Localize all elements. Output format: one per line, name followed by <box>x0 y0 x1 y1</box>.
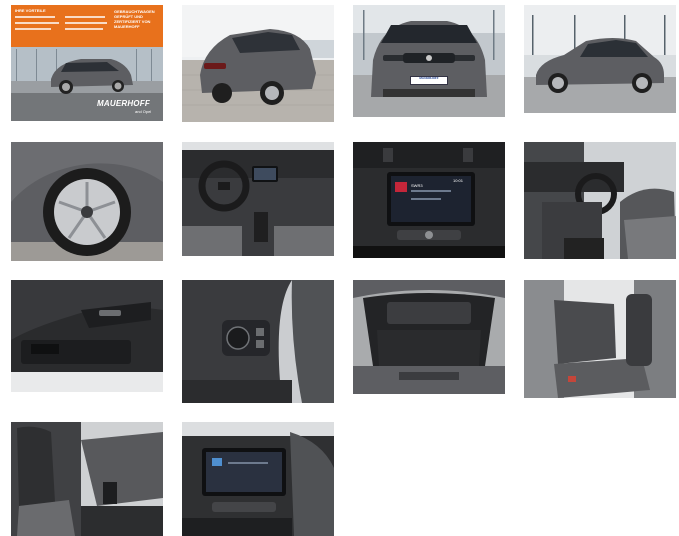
dealer-logo: MAUERHOFF <box>97 99 150 108</box>
thumbnail-infotainment[interactable]: SWR3 10:01 <box>353 142 505 258</box>
thumbnail-exterior-front-left-dealership[interactable]: IHRE VORTEILE GEBRAUCHTWAGEN GEPRÜFT UND… <box>11 5 163 121</box>
side-view-photo <box>524 5 676 113</box>
light-switch-photo <box>182 280 334 403</box>
banner-line <box>15 16 55 18</box>
banner-line <box>65 16 105 18</box>
door-panel-photo <box>11 280 163 392</box>
wheel-photo <box>11 142 163 261</box>
dashboard-photo <box>182 142 334 256</box>
rear-seats-photo <box>524 280 676 398</box>
thumbnail-exterior-side[interactable] <box>524 5 676 113</box>
front-view-photo <box>353 5 505 117</box>
clock-label: 10:01 <box>453 178 464 183</box>
thumbnail-driver-area[interactable] <box>524 142 676 259</box>
photo-gallery-grid: IHRE VORTEILE GEBRAUCHTWAGEN GEPRÜFT UND… <box>11 5 679 536</box>
thumbnail-wheel[interactable] <box>11 142 163 261</box>
banner-line <box>65 28 103 30</box>
driver-area-photo <box>524 142 676 259</box>
thumbnail-front-seats[interactable] <box>11 422 163 536</box>
thumbnail-dashboard[interactable] <box>182 142 334 256</box>
thumbnail-exterior-front[interactable]: MAUERHOFF <box>353 5 505 117</box>
thumbnail-rear-seats[interactable] <box>524 280 676 398</box>
radio-station-label: SWR3 <box>411 183 423 188</box>
banner-certified-text: GEBRAUCHTWAGEN GEPRÜFT UND ZERTIFIZIERT … <box>114 9 155 29</box>
banner-line <box>15 22 59 24</box>
thumbnail-exterior-rear-left[interactable] <box>182 5 334 122</box>
front-seats-photo <box>11 422 163 536</box>
banner-title: IHRE VORTEILE <box>15 8 46 13</box>
dealer-logo-sub: and Opel <box>135 109 152 114</box>
thumbnail-light-switch[interactable] <box>182 280 334 403</box>
banner-line <box>65 22 107 24</box>
thumbnail-trunk[interactable] <box>353 280 505 394</box>
banner-line <box>15 28 51 30</box>
thumbnail-center-console[interactable] <box>182 422 334 536</box>
center-console-photo <box>182 422 334 536</box>
rear-view-photo <box>182 5 334 122</box>
infotainment-photo <box>353 142 505 258</box>
dealer-banner: IHRE VORTEILE GEBRAUCHTWAGEN GEPRÜFT UND… <box>11 5 163 47</box>
trunk-photo <box>353 280 505 394</box>
thumbnail-door-panel[interactable] <box>11 280 163 392</box>
license-plate: MAUERHOFF <box>410 76 448 85</box>
